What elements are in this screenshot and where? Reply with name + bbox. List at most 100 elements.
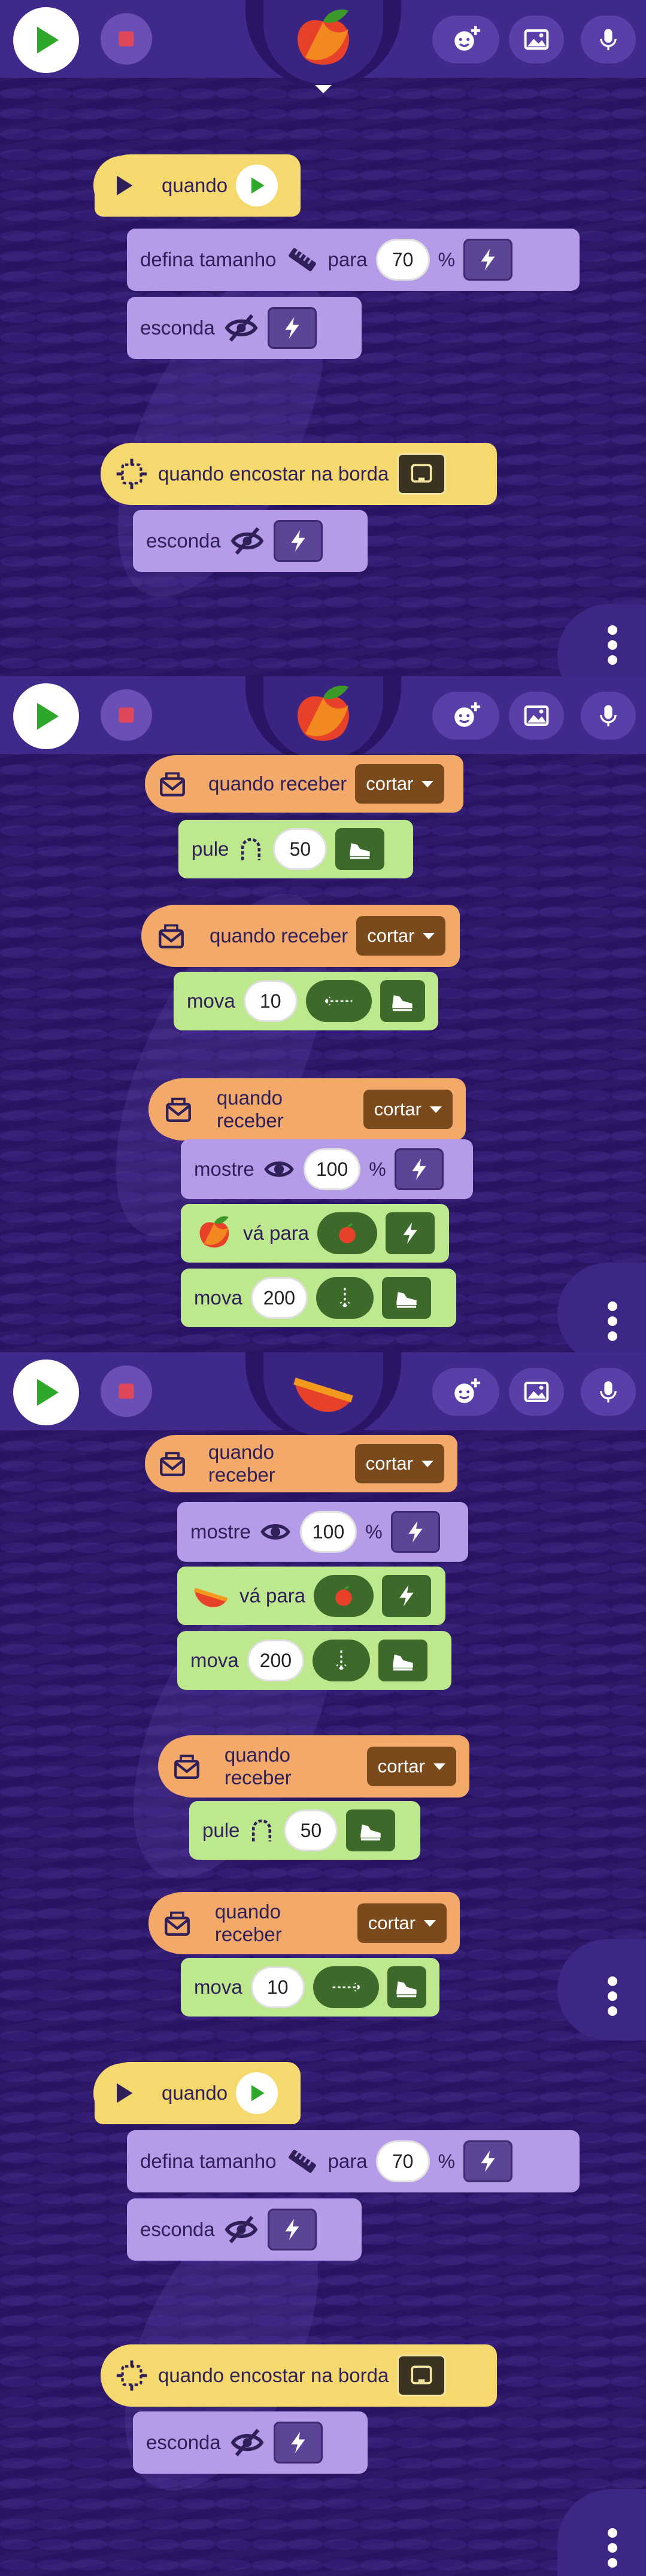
direction-selector[interactable] [313,1966,379,2008]
move-value-input[interactable]: 10 [250,1966,305,2008]
instant-toggle[interactable] [394,1148,444,1190]
jump-block[interactable]: pule 50 [178,820,413,878]
play-hat-icon [93,156,153,215]
move-block[interactable]: mova 200 [181,1269,456,1327]
set-size-block[interactable]: defina tamanho para 70 % [127,2130,580,2192]
record-sound-button[interactable] [581,1368,636,1416]
backdrop-button[interactable] [509,1368,564,1416]
microphone-icon [595,26,621,53]
goto-label: vá para [243,1222,310,1244]
backdrop-button[interactable] [509,16,564,63]
target-selector[interactable] [317,1212,378,1254]
microphone-icon [595,1379,621,1405]
receive-label: quando receber [208,1441,275,1486]
apple-icon [335,1221,360,1246]
when-i-receive-block[interactable]: quando receber cortar [141,905,460,967]
speed-selector[interactable] [335,828,385,870]
move-value-input[interactable]: 200 [250,1277,308,1319]
record-sound-button[interactable] [581,692,636,740]
current-sprite-slice-icon[interactable] [287,1356,359,1428]
hide-block[interactable]: esconda [127,2198,362,2261]
hide-block[interactable]: esconda [133,2411,368,2474]
instant-toggle[interactable] [386,1212,435,1254]
when-i-receive-block[interactable]: quando receber cortar [148,1078,466,1141]
when-touching-edge-block[interactable]: quando encostar na borda [101,443,497,505]
move-block[interactable]: mova 10 [174,972,438,1030]
direction-selector[interactable] [313,1640,371,1681]
instant-toggle[interactable] [463,2140,513,2182]
backdrop-button[interactable] [509,692,564,740]
add-character-button[interactable] [432,1368,499,1416]
message-dropdown[interactable]: cortar [354,1444,444,1483]
stop-button[interactable] [101,1365,152,1417]
show-value-input[interactable]: 100 [299,1511,357,1553]
envelope-hat-icon [158,1736,216,1796]
stop-button[interactable] [101,13,152,65]
when-i-receive-block[interactable]: quando receber cortar [145,755,463,813]
move-block[interactable]: mova 200 [177,1631,451,1690]
speed-selector[interactable] [382,1277,432,1319]
message-dropdown[interactable]: cortar [357,1903,447,1943]
when-flag-clicked-block[interactable]: quando [93,2062,301,2124]
jump-value-input[interactable]: 50 [273,828,327,870]
hide-block[interactable]: esconda [133,510,368,572]
when-i-receive-block[interactable]: quando receber cortar [148,1892,460,1954]
move-value-input[interactable]: 200 [247,1640,305,1681]
when-i-receive-block[interactable]: quando receber cortar [158,1735,469,1798]
instant-toggle[interactable] [463,239,513,281]
instant-toggle[interactable] [390,1511,440,1553]
message-dropdown[interactable]: cortar [366,1747,456,1786]
size-value-input[interactable]: 70 [375,2140,430,2182]
current-sprite-peach-icon[interactable] [287,680,359,752]
stop-button[interactable] [101,689,152,741]
direction-selector[interactable] [316,1277,374,1319]
more-vertical-icon[interactable] [608,625,617,665]
stage-selector[interactable] [397,2355,447,2396]
more-vertical-icon[interactable] [608,2528,617,2568]
message-dropdown[interactable]: cortar [356,916,446,956]
eye-off-icon [223,310,259,346]
message-dropdown[interactable]: cortar [355,764,445,804]
go-to-block[interactable]: vá para [181,1204,449,1263]
direction-selector[interactable] [305,980,372,1022]
set-size-block[interactable]: defina tamanho para 70 % [127,229,580,291]
speed-selector[interactable] [346,1809,396,1851]
more-vertical-icon[interactable] [608,1976,617,2016]
message-dropdown[interactable]: cortar [363,1090,453,1129]
show-block[interactable]: mostre 100 % [181,1139,473,1199]
collapse-chevron-icon[interactable] [315,85,332,93]
message-value: cortar [366,773,414,794]
go-to-block[interactable]: vá para [177,1567,445,1625]
add-character-button[interactable] [432,692,499,740]
envelope-hat-icon [145,756,200,811]
green-flag-play-button[interactable] [13,7,79,73]
instant-toggle[interactable] [267,307,317,349]
move-label: mova [194,1287,242,1309]
more-vertical-icon[interactable] [608,1301,617,1341]
instant-toggle[interactable] [267,2209,317,2250]
target-selector[interactable] [314,1575,374,1617]
jump-block[interactable]: pule 50 [189,1801,420,1860]
speed-selector[interactable] [380,980,425,1022]
speed-selector[interactable] [378,1640,428,1681]
show-block[interactable]: mostre 100 % [177,1502,468,1562]
green-flag-play-button[interactable] [13,1360,79,1425]
record-sound-button[interactable] [581,16,636,63]
when-flag-clicked-block[interactable]: quando [93,154,301,217]
green-flag-play-button[interactable] [13,683,79,749]
when-i-receive-block[interactable]: quando receber cortar [145,1435,457,1492]
jump-value-input[interactable]: 50 [284,1809,338,1851]
stage-selector[interactable] [397,453,447,495]
hide-block[interactable]: esconda [127,297,362,359]
instant-toggle[interactable] [382,1575,432,1617]
move-block[interactable]: mova 10 [181,1958,439,2017]
add-character-button[interactable] [432,16,499,63]
instant-toggle[interactable] [273,2422,323,2464]
move-value-input[interactable]: 10 [243,980,298,1022]
speed-selector[interactable] [387,1966,426,2008]
current-sprite-peach-icon[interactable] [287,4,359,75]
show-value-input[interactable]: 100 [303,1148,361,1190]
size-value-input[interactable]: 70 [375,239,430,281]
instant-toggle[interactable] [273,520,323,562]
when-touching-edge-block[interactable]: quando encostar na borda [101,2344,497,2407]
